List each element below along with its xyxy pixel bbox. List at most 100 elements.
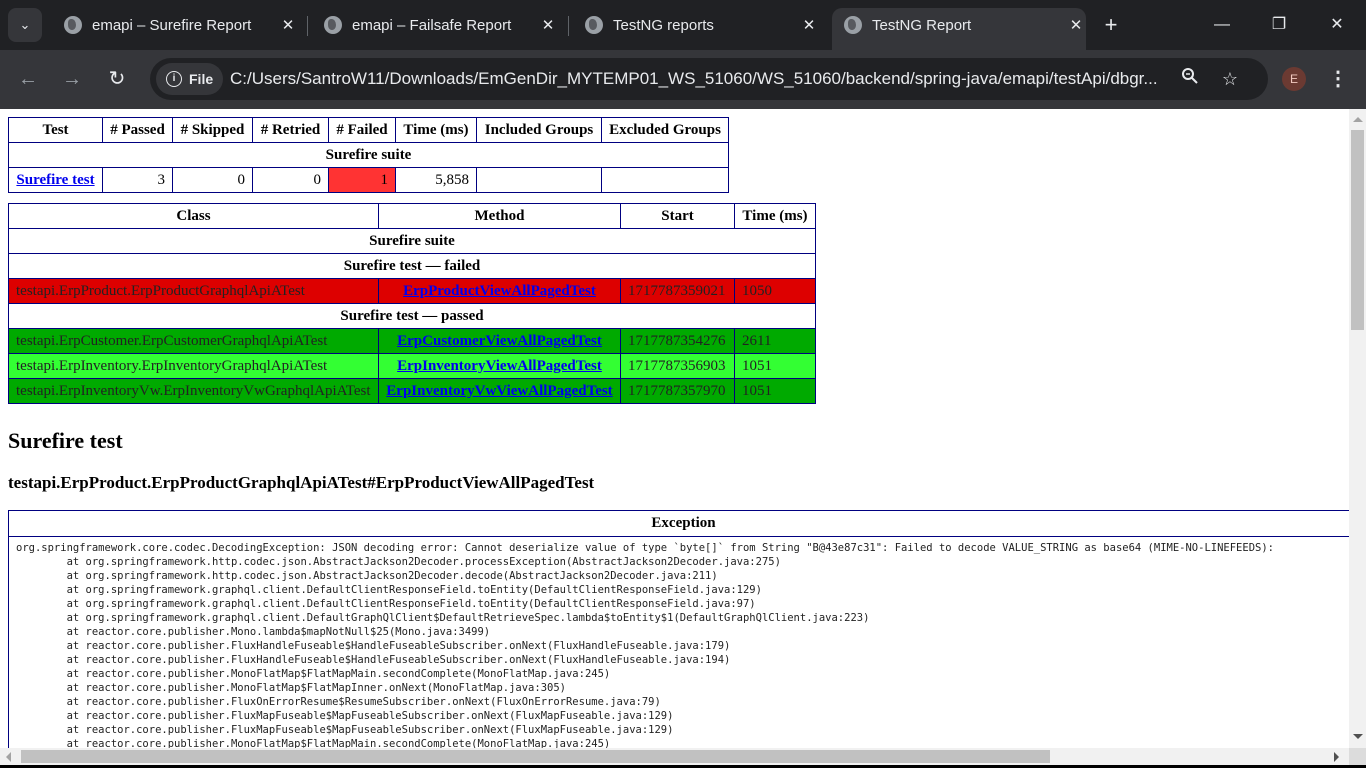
zoom-icon[interactable] xyxy=(1178,67,1202,91)
bookmark-star-icon[interactable]: ☆ xyxy=(1218,67,1242,91)
time-value: 5,858 xyxy=(395,167,477,193)
method-link[interactable]: ErpInventoryViewAllPagedTest xyxy=(397,358,602,374)
horizontal-scroll-thumb[interactable] xyxy=(21,750,1050,763)
passed-section-label: Surefire test — passed xyxy=(8,303,816,329)
retried-count: 0 xyxy=(252,167,329,193)
page-content: Test # Passed # Skipped # Retried # Fail… xyxy=(0,109,1349,748)
col-class: Class xyxy=(8,203,379,229)
forward-button[interactable]: → xyxy=(58,65,86,93)
col-skipped: # Skipped xyxy=(172,117,253,143)
back-button[interactable]: ← xyxy=(14,65,42,93)
tab-surefire-report[interactable]: emapi – Surefire Report ✕ xyxy=(52,8,298,42)
exception-header-row: Exception xyxy=(8,510,1349,537)
minimize-button[interactable]: — xyxy=(1199,8,1245,42)
site-info-label: File xyxy=(189,71,214,87)
summary-header-row: Test # Passed # Skipped # Retried # Fail… xyxy=(8,117,729,143)
tab-search-button[interactable]: ⌄ xyxy=(8,8,42,42)
close-tab-icon[interactable]: ✕ xyxy=(278,16,298,34)
method-link[interactable]: ErpProductViewAllPagedTest xyxy=(403,283,596,299)
failed-count: 1 xyxy=(328,167,396,193)
tab-failsafe-report[interactable]: emapi – Failsafe Report ✕ xyxy=(312,8,558,42)
table-row: testapi.ErpInventory.ErpInventoryGraphql… xyxy=(8,353,816,379)
table-row: Surefire test 3 0 0 1 5,858 xyxy=(8,167,729,193)
scroll-left-arrow-icon[interactable] xyxy=(6,752,11,762)
exception-body-row: org.springframework.core.codec.DecodingE… xyxy=(8,536,1349,748)
stack-trace: org.springframework.core.codec.DecodingE… xyxy=(16,542,1274,748)
url-text[interactable]: C:/Users/SantroW11/Downloads/EmGenDir_MY… xyxy=(230,58,1158,100)
restore-button[interactable]: ❐ xyxy=(1256,8,1302,42)
tab-title: TestNG reports xyxy=(613,16,714,34)
excluded-groups-value xyxy=(601,167,729,193)
tab-title: TestNG Report xyxy=(872,16,972,34)
globe-icon xyxy=(64,16,82,34)
failed-section-label: Surefire test — failed xyxy=(8,253,816,279)
close-tab-icon[interactable]: ✕ xyxy=(538,16,558,34)
start-time: 1717787354276 xyxy=(620,328,735,354)
passed-count: 3 xyxy=(102,167,173,193)
class-name: testapi.ErpInventory.ErpInventoryGraphql… xyxy=(8,353,379,379)
tab-testng-report[interactable]: TestNG Report ✕ xyxy=(832,8,1086,50)
scrollbar-corner xyxy=(1349,748,1366,765)
col-failed: # Failed xyxy=(328,117,396,143)
vertical-scrollbar[interactable] xyxy=(1349,109,1366,748)
method-cell: ErpInventoryViewAllPagedTest xyxy=(378,353,621,379)
address-bar[interactable]: i File C:/Users/SantroW11/Downloads/EmGe… xyxy=(150,58,1268,100)
horizontal-scrollbar[interactable] xyxy=(0,748,1349,765)
reload-button[interactable]: ↻ xyxy=(103,65,131,93)
browser-menu-icon[interactable]: ⋮ xyxy=(1328,65,1348,93)
tab-separator xyxy=(307,16,308,36)
tab-separator xyxy=(568,16,569,36)
globe-icon xyxy=(585,16,603,34)
surefire-test-link[interactable]: Surefire test xyxy=(16,172,94,188)
col-time: Time (ms) xyxy=(395,117,477,143)
profile-avatar[interactable]: E xyxy=(1282,67,1306,91)
suite-row: Surefire suite xyxy=(8,228,816,254)
duration: 1051 xyxy=(734,353,816,379)
globe-icon xyxy=(324,16,342,34)
col-method: Method xyxy=(378,203,621,229)
included-groups-value xyxy=(476,167,602,193)
col-test: Test xyxy=(8,117,103,143)
col-passed: # Passed xyxy=(102,117,173,143)
method-cell: ErpProductViewAllPagedTest xyxy=(378,278,621,304)
table-row: testapi.ErpInventoryVw.ErpInventoryVwGra… xyxy=(8,378,816,404)
new-tab-button[interactable]: + xyxy=(1098,12,1124,38)
start-time: 1717787359021 xyxy=(620,278,735,304)
close-window-button[interactable]: ✕ xyxy=(1314,8,1360,42)
start-time: 1717787357970 xyxy=(620,378,735,404)
site-info-chip[interactable]: i File xyxy=(156,63,224,95)
method-cell: ErpInventoryVwViewAllPagedTest xyxy=(378,378,621,404)
table-row: testapi.ErpProduct.ErpProductGraphqlApiA… xyxy=(8,278,816,304)
col-retried: # Retried xyxy=(252,117,329,143)
col-included-groups: Included Groups xyxy=(476,117,602,143)
tab-testng-reports[interactable]: TestNG reports ✕ xyxy=(573,8,819,42)
suite-name: Surefire suite xyxy=(8,228,816,254)
method-link[interactable]: ErpCustomerViewAllPagedTest xyxy=(397,333,602,349)
exception-table: Exception org.springframework.core.codec… xyxy=(8,510,1349,748)
table-row: testapi.ErpCustomer.ErpCustomerGraphqlAp… xyxy=(8,328,816,354)
tab-strip: ⌄ emapi – Surefire Report ✕ emapi – Fail… xyxy=(0,0,1366,50)
scroll-right-arrow-icon[interactable] xyxy=(1334,752,1339,762)
scroll-down-arrow-icon[interactable] xyxy=(1353,734,1363,739)
class-name: testapi.ErpProduct.ErpProductGraphqlApiA… xyxy=(8,278,379,304)
exception-header: Exception xyxy=(8,510,1349,537)
test-cell: Surefire test xyxy=(8,167,103,193)
chevron-down-icon: ⌄ xyxy=(19,17,31,32)
start-time: 1717787356903 xyxy=(620,353,735,379)
duration: 1050 xyxy=(734,278,816,304)
vertical-scroll-thumb[interactable] xyxy=(1351,130,1364,330)
suite-row: Surefire suite xyxy=(8,142,729,168)
duration: 2611 xyxy=(734,328,816,354)
suite-name: Surefire suite xyxy=(8,142,729,168)
method-heading: testapi.ErpProduct.ErpProductGraphqlApiA… xyxy=(8,473,595,492)
passed-section-row: Surefire test — passed xyxy=(8,303,816,329)
col-time: Time (ms) xyxy=(734,203,816,229)
failed-section-row: Surefire test — failed xyxy=(8,253,816,279)
method-link[interactable]: ErpInventoryVwViewAllPagedTest xyxy=(386,383,612,399)
close-tab-icon[interactable]: ✕ xyxy=(1066,16,1086,34)
method-cell: ErpCustomerViewAllPagedTest xyxy=(378,328,621,354)
scroll-up-arrow-icon[interactable] xyxy=(1353,117,1363,122)
summary-table: Test # Passed # Skipped # Retried # Fail… xyxy=(8,117,729,193)
class-name: testapi.ErpInventoryVw.ErpInventoryVwGra… xyxy=(8,378,379,404)
close-tab-icon[interactable]: ✕ xyxy=(799,16,819,34)
